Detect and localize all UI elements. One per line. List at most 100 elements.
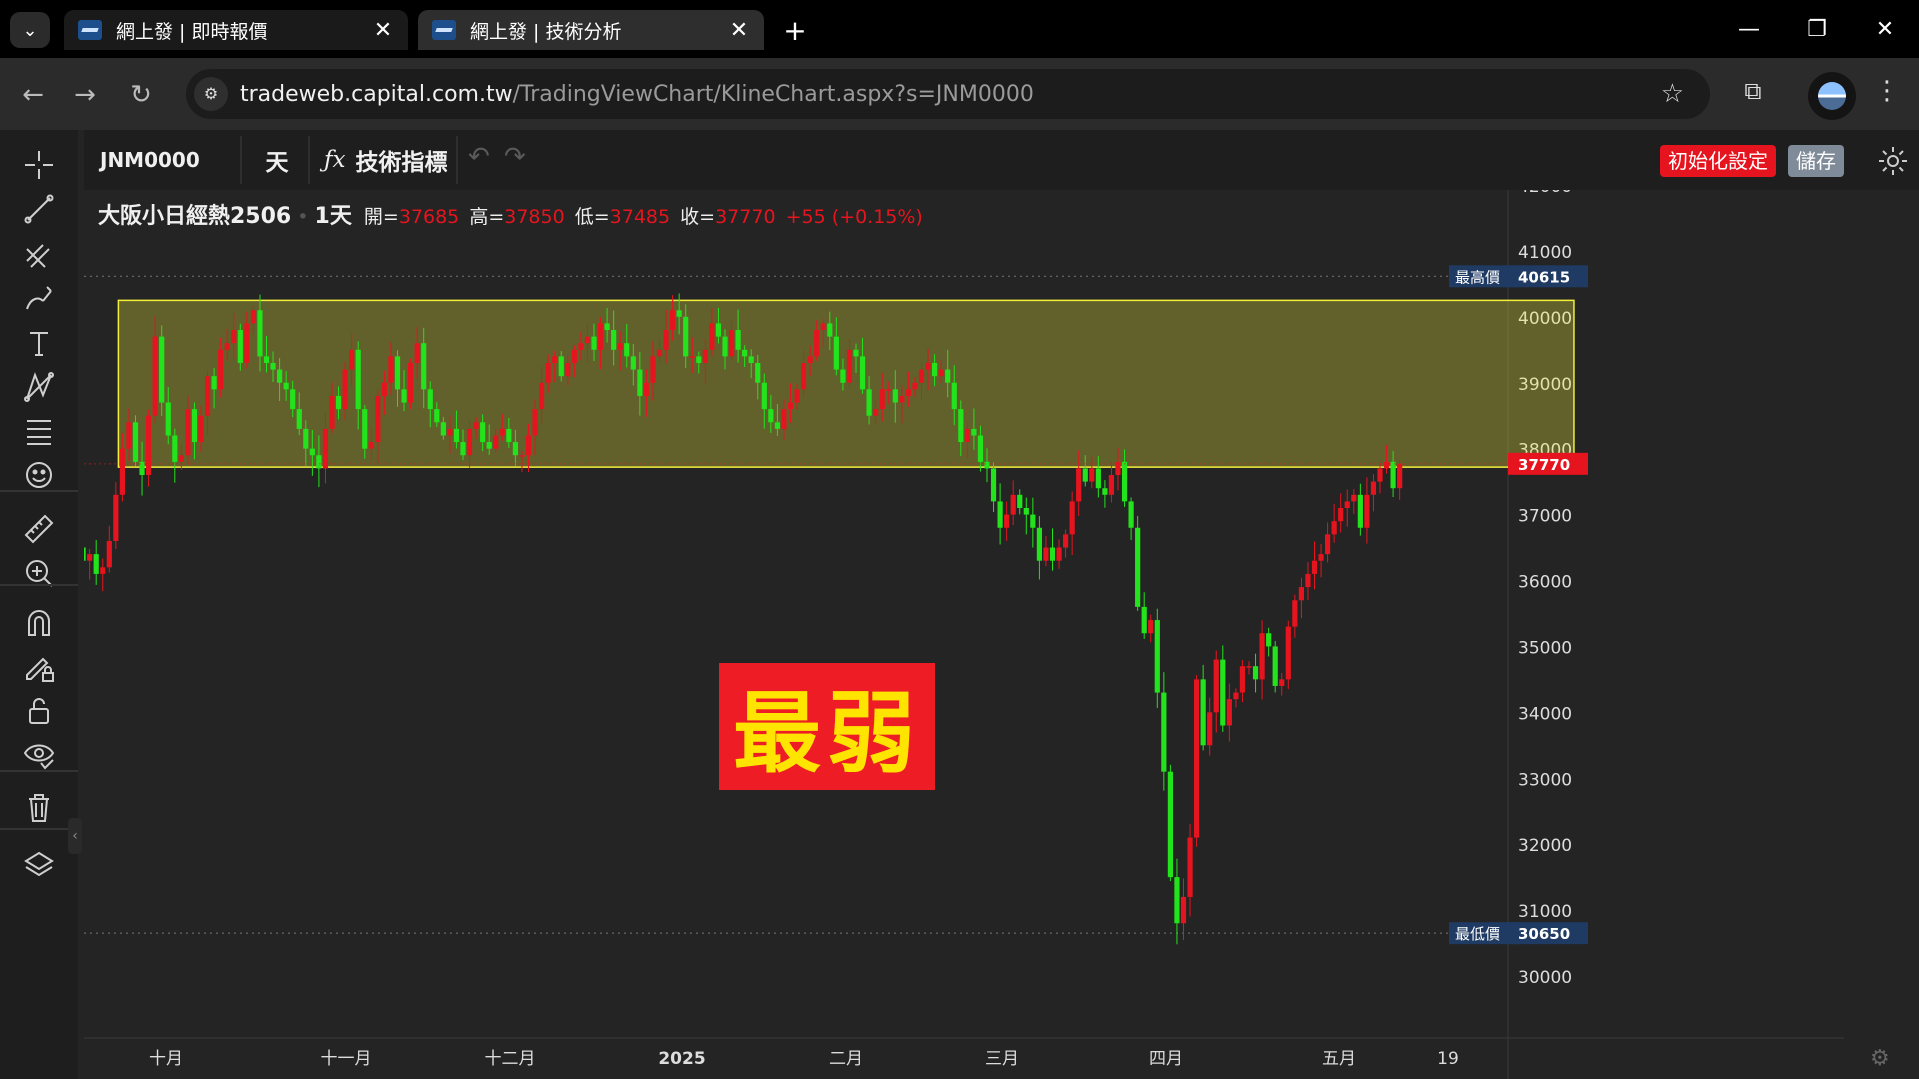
candle-body [650,356,656,383]
gear-icon[interactable] [1876,144,1910,178]
interval-selector[interactable]: 天 [252,130,302,190]
candle-body [1364,494,1370,528]
candle-body [1102,488,1108,495]
candle-body [728,330,735,357]
collapse-toolbar-button[interactable]: ‹ [68,818,82,854]
indicators-button[interactable]: ƒx 技術指標 [324,130,447,190]
y-tick-label: 33000 [1518,770,1572,790]
candle-body [368,442,374,449]
candle-body [696,356,702,363]
zoom-in-icon[interactable] [14,550,64,596]
site-info-icon[interactable]: ⚙ [194,77,228,111]
address-bar[interactable]: ⚙ tradeweb.capital.com.tw/TradingViewCha… [186,69,1710,119]
trash-icon[interactable] [14,784,64,830]
candle-body [257,310,263,357]
candle-body [1082,468,1088,482]
url-host: tradeweb.capital.com.tw [240,81,513,107]
candle-body [859,356,866,390]
close-icon[interactable]: ✕ [372,18,394,43]
forward-button[interactable]: → [68,78,102,112]
candle-body [630,356,636,370]
candle-body [1036,527,1042,561]
back-button[interactable]: ← [16,78,50,112]
chevron-down-icon: ⌄ [22,19,38,41]
candlestick-chart[interactable]: 30000 31000 32000 33000 34000 35000 36000 37000… [84,190,1844,1079]
x-tick-label: 五月 [1322,1049,1356,1069]
fib-retracement-tool-icon[interactable] [14,408,64,454]
extensions-icon[interactable]: ⧉ [1736,77,1770,111]
browser-tab-active[interactable]: 網上發 | 技術分析 ✕ [418,10,764,50]
bookmark-star-icon[interactable]: ☆ [1661,79,1684,109]
browser-tab[interactable]: 網上發 | 即時報價 ✕ [64,10,408,50]
pattern-tool-icon[interactable] [14,364,64,410]
tab-search-button[interactable]: ⌄ [10,12,50,48]
unlock-icon[interactable] [14,688,64,734]
browser-menu-icon[interactable]: ⋮ [1874,76,1900,112]
save-button[interactable]: 儲存 [1788,145,1844,177]
candle-body [303,428,309,449]
candle-body [296,409,302,429]
candle-body [100,567,106,574]
candle-body [329,395,335,429]
redo-icon[interactable]: ↷ [504,142,526,172]
function-icon: ƒx [324,147,346,173]
candle-body [951,382,957,410]
candle-body [113,494,119,541]
reset-settings-button[interactable]: 初始化設定 [1660,145,1776,177]
candle-body [322,428,329,469]
trend-line-tool-icon[interactable] [14,186,64,232]
high-key: 高= [469,206,505,228]
candle-body [637,369,643,396]
candle-body [1056,547,1062,561]
candle-body [493,435,499,449]
candle-body [355,349,361,410]
text-tool-icon[interactable] [14,320,64,366]
undo-icon[interactable]: ↶ [468,142,490,172]
x-tick-label: 十一月 [321,1049,372,1069]
candle-body [1023,507,1029,515]
candle-body [1089,468,1095,482]
candle-body [421,343,427,390]
candle-body [853,349,859,357]
crosshair-tool-icon[interactable] [14,142,64,188]
candle-body [1246,666,1252,668]
candle-body [1063,534,1069,548]
layers-icon[interactable] [14,842,64,888]
candle-body [1167,771,1173,878]
candle-body [375,395,381,443]
symbol-search[interactable]: JNM0000 [100,130,200,190]
candle-body [879,389,885,410]
candle-body [132,422,139,462]
profile-avatar[interactable] [1808,72,1856,120]
chart-toolbar: JNM0000 天 ƒx 技術指標 ↶ ↷ 初始化設定 儲存 [84,130,1919,190]
candle-body [545,362,551,383]
timezone-settings-icon[interactable]: ⚙ [1870,1046,1896,1072]
low-key: 低= [574,206,610,228]
new-tab-button[interactable]: + [778,14,812,48]
lock-drawing-icon[interactable] [14,644,64,690]
restore-button[interactable]: ❐ [1782,0,1852,58]
brush-tool-icon[interactable] [14,276,64,322]
candle-body [1220,659,1226,726]
candle-body [768,409,774,423]
candle-body [309,448,315,456]
magnet-icon[interactable] [14,600,64,646]
minimize-button[interactable]: — [1714,0,1784,58]
candle-body [945,369,951,383]
candle-body [1233,692,1239,700]
candle-body [1383,461,1390,469]
close-icon[interactable]: ✕ [728,18,750,43]
candle-body [480,422,486,443]
high-value: 37850 [504,206,565,228]
price-chart[interactable]: 30000 31000 32000 33000 34000 35000 36000 37000… [84,190,1844,1079]
ruler-tool-icon[interactable] [14,506,64,552]
close-window-button[interactable]: ✕ [1850,0,1919,58]
pitchfork-tool-icon[interactable] [14,232,64,278]
candle-body [794,389,800,403]
reload-button[interactable]: ↻ [124,78,158,112]
candle-body [1226,699,1232,726]
stamp-text: 最弱 [732,681,921,785]
candle-body [401,389,407,403]
highest-price-label: 最高價 [1455,268,1500,286]
candle-body [597,323,604,350]
